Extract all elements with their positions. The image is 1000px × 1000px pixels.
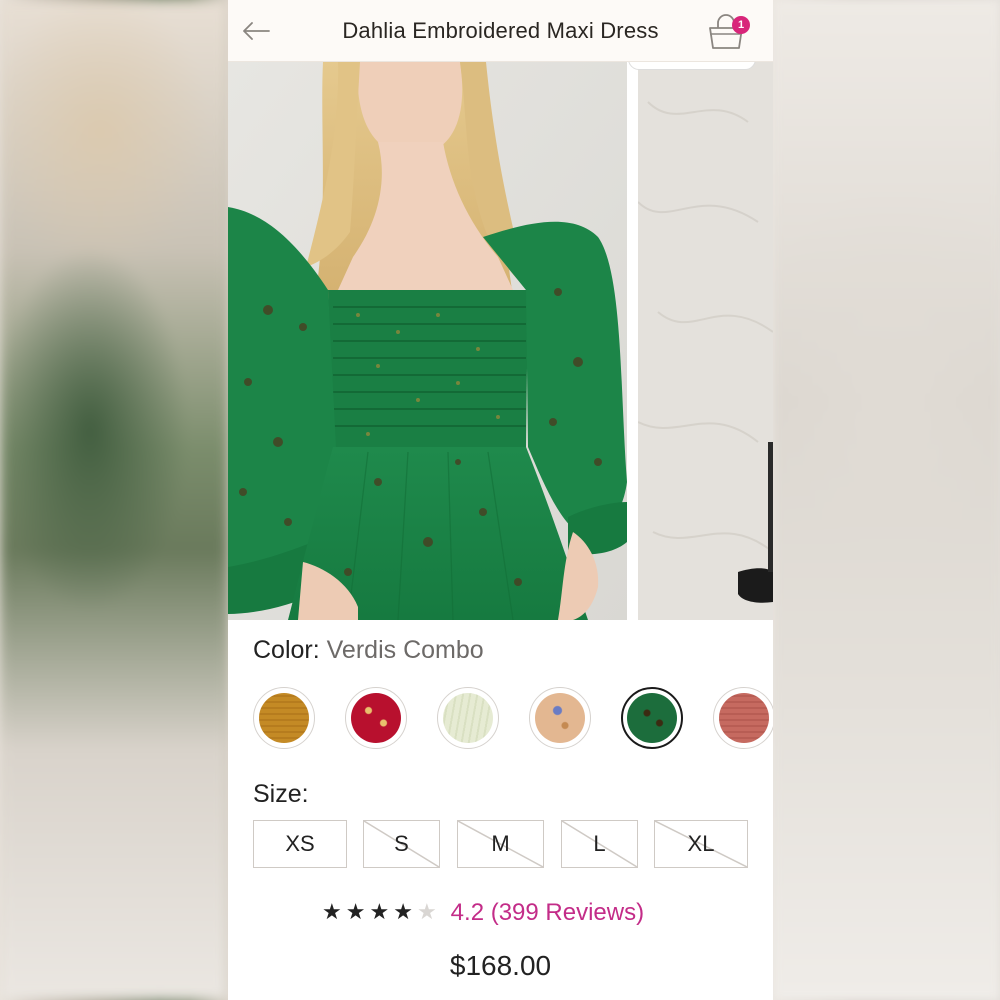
color-selector-label: Color: Verdis Combo <box>253 636 484 665</box>
star-rating: ★ ★ ★ ★ ★ <box>322 902 437 924</box>
product-image-carousel[interactable] <box>228 62 773 620</box>
page-title: Dahlia Embroidered Maxi Dress <box>342 18 659 43</box>
image-counter-pill <box>628 62 756 70</box>
swatch-red[interactable] <box>345 687 407 749</box>
swatch-peach[interactable] <box>529 687 591 749</box>
swatch-mustard[interactable] <box>253 687 315 749</box>
reviews-link[interactable]: 4.2 (399 Reviews) <box>451 899 644 927</box>
size-xs-button[interactable]: XS <box>253 820 347 868</box>
size-s-button[interactable]: S <box>363 820 440 868</box>
back-button[interactable] <box>238 14 274 48</box>
size-m-button[interactable]: M <box>457 820 544 868</box>
swatch-rose[interactable] <box>713 687 773 749</box>
selected-color-name: Verdis Combo <box>326 636 484 664</box>
rating-summary: ★ ★ ★ ★ ★ 4.2 (399 Reviews) <box>322 899 644 927</box>
product-price: $168.00 <box>449 950 552 981</box>
star-empty-icon: ★ <box>416 900 437 925</box>
product-image-secondary[interactable] <box>638 62 773 620</box>
star-filled-icon: ★ <box>393 900 413 925</box>
star-filled-icon: ★ <box>369 900 390 925</box>
background-blur-left <box>0 0 228 1000</box>
size-label: Size: <box>253 780 309 808</box>
background-blur-right <box>773 0 1000 1000</box>
star-filled-icon: ★ <box>322 900 342 925</box>
size-xl-button[interactable]: XL <box>654 820 748 868</box>
color-swatches <box>253 687 773 749</box>
swatch-cream[interactable] <box>437 687 499 749</box>
color-label: Color: <box>253 636 320 664</box>
arrow-left-icon <box>243 22 270 40</box>
cart-count-badge: 1 <box>732 16 750 34</box>
star-filled-icon: ★ <box>345 900 366 925</box>
product-image-main[interactable] <box>228 62 627 620</box>
top-bar: Dahlia Embroidered Maxi Dress 1 <box>228 0 773 62</box>
size-l-button[interactable]: L <box>561 820 638 868</box>
swatch-verdis-combo[interactable] <box>621 687 683 749</box>
product-screen: Dahlia Embroidered Maxi Dress 1 Color: V… <box>228 0 773 1000</box>
